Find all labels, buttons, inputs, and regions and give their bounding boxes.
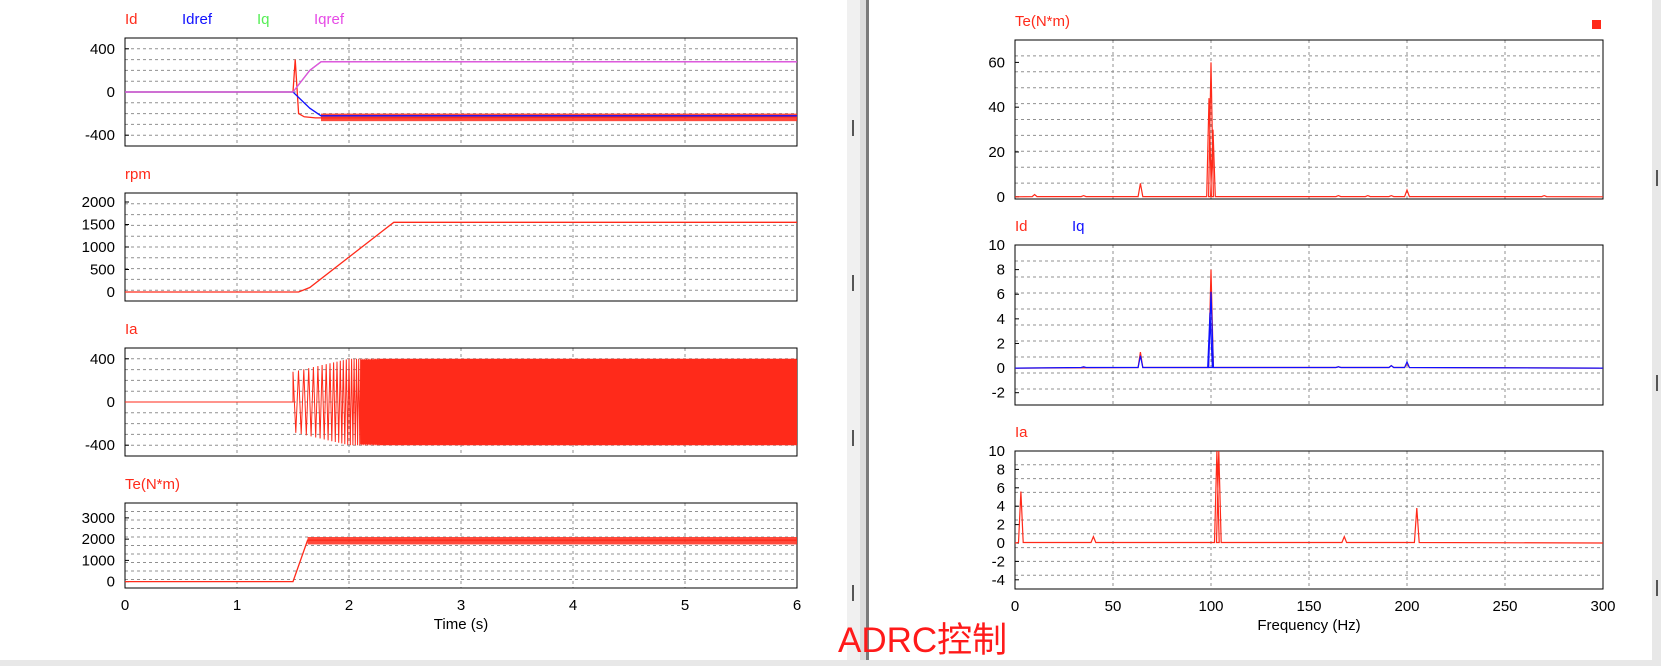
y-tick-label: 8 xyxy=(997,461,1005,478)
y-tick-label: 1000 xyxy=(82,552,115,569)
y-tick-label: 60 xyxy=(988,54,1005,71)
y-tick-label: 4 xyxy=(997,498,1005,515)
legend-entry: Te(N*m) xyxy=(125,476,180,493)
bottom-scrollbar[interactable] xyxy=(0,660,1661,666)
y-tick-label: 6 xyxy=(997,286,1005,303)
y-tick-label: 2 xyxy=(997,335,1005,352)
y-tick-label: -400 xyxy=(85,437,115,454)
scope-display: 4000-400Id Idref Iq Iqref2000150010005000rp… xyxy=(0,0,1661,666)
x-tick-label: 150 xyxy=(1296,598,1321,615)
y-tick-label: 3000 xyxy=(82,510,115,527)
y-tick-label: 2000 xyxy=(82,531,115,548)
y-tick-label: -4 xyxy=(992,572,1005,589)
splitter-grip xyxy=(1656,170,1658,186)
x-tick-label: 5 xyxy=(681,597,689,614)
splitter-grip xyxy=(852,430,854,446)
y-tick-label: 0 xyxy=(107,84,115,101)
x-tick-label: 6 xyxy=(793,597,801,614)
splitter-grip xyxy=(852,275,854,291)
x-tick-label: 3 xyxy=(457,597,465,614)
x-axis-label: Time (s) xyxy=(434,616,488,633)
y-tick-label: 2000 xyxy=(82,194,115,211)
y-tick-label: 10 xyxy=(988,443,1005,460)
y-tick-label: -400 xyxy=(85,127,115,144)
y-tick-label: 0 xyxy=(107,394,115,411)
y-tick-label: 8 xyxy=(997,262,1005,279)
y-tick-label: 1500 xyxy=(82,217,115,234)
legend-entry: Id xyxy=(125,11,138,28)
x-tick-label: 1 xyxy=(233,597,241,614)
legend-entry: Iqref xyxy=(314,11,345,28)
right-window-scrollbar[interactable] xyxy=(1652,0,1661,666)
y-tick-label: -2 xyxy=(992,553,1005,570)
y-tick-label: 40 xyxy=(988,99,1005,116)
legend-entry: Idref xyxy=(182,11,213,28)
y-tick-label: 0 xyxy=(107,284,115,301)
y-tick-label: -2 xyxy=(992,385,1005,402)
y-tick-label: 500 xyxy=(90,262,115,279)
legend-entry: Iq xyxy=(1072,218,1085,235)
y-tick-label: 0 xyxy=(997,360,1005,377)
y-tick-label: 400 xyxy=(90,351,115,368)
y-tick-label: 400 xyxy=(90,41,115,58)
y-tick-label: 0 xyxy=(997,189,1005,206)
window-splitter[interactable] xyxy=(860,0,866,666)
y-tick-label: 10 xyxy=(988,237,1005,254)
x-tick-label: 2 xyxy=(345,597,353,614)
x-tick-label: 300 xyxy=(1590,598,1615,615)
splitter-grip xyxy=(1656,580,1658,596)
x-tick-label: 0 xyxy=(121,597,129,614)
splitter-grip xyxy=(852,585,854,601)
y-tick-label: 0 xyxy=(997,535,1005,552)
y-tick-label: 6 xyxy=(997,480,1005,497)
legend-entry: Te(N*m) xyxy=(1015,13,1070,30)
x-tick-label: 0 xyxy=(1011,598,1019,615)
x-tick-label: 200 xyxy=(1394,598,1419,615)
x-tick-label: 250 xyxy=(1492,598,1517,615)
y-tick-label: 0 xyxy=(107,574,115,591)
series-dense-band xyxy=(360,359,797,445)
legend-entry: Iq xyxy=(257,11,270,28)
x-tick-label: 4 xyxy=(569,597,577,614)
y-tick-label: 2 xyxy=(997,517,1005,534)
splitter-grip xyxy=(1656,375,1658,391)
x-axis-label: Frequency (Hz) xyxy=(1257,617,1360,634)
y-tick-label: 1000 xyxy=(82,239,115,256)
y-tick-label: 20 xyxy=(988,144,1005,161)
chart-caption: ADRC控制 xyxy=(838,621,1008,660)
splitter-grip xyxy=(852,120,854,136)
y-tick-label: 4 xyxy=(997,311,1005,328)
x-tick-label: 100 xyxy=(1198,598,1223,615)
x-tick-label: 50 xyxy=(1105,598,1122,615)
left-window-scrollbar[interactable] xyxy=(847,0,861,666)
legend-entry: rpm xyxy=(125,166,151,183)
right-window-border xyxy=(866,0,869,666)
legend-entry: Ia xyxy=(1015,424,1028,441)
legend-entry: Ia xyxy=(125,321,138,338)
window-corner-marker xyxy=(1592,20,1601,29)
legend-entry: Id xyxy=(1015,218,1028,235)
background xyxy=(0,0,1661,666)
